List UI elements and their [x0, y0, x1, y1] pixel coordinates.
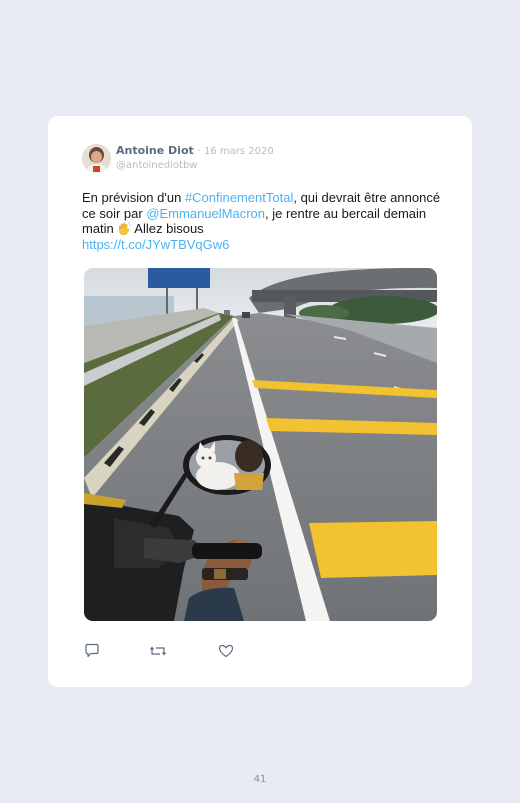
- waving-hand-icon: [117, 222, 132, 236]
- tweet-date[interactable]: 16 mars 2020: [204, 146, 274, 157]
- page-number: 41: [253, 774, 267, 785]
- separator: ·: [197, 146, 201, 157]
- author-block: Antoine Diot · 16 mars 2020 @antoinediot…: [116, 144, 274, 172]
- author-line: Antoine Diot · 16 mars 2020: [116, 144, 274, 159]
- tweet-header: Antoine Diot · 16 mars 2020 @antoinediot…: [82, 144, 274, 173]
- tweet-text-part: En prévision d'un: [82, 190, 185, 205]
- tweet-url[interactable]: https://t.co/JYwTBVqGw6: [82, 237, 229, 252]
- tweet-text-part: Allez bisous: [131, 221, 204, 236]
- tweet-actions: [84, 643, 234, 659]
- author-name[interactable]: Antoine Diot: [116, 144, 194, 157]
- hashtag-link[interactable]: #ConfinementTotal: [185, 190, 293, 205]
- author-handle[interactable]: @antoinediotbw: [116, 159, 274, 172]
- like-icon[interactable]: [218, 643, 234, 659]
- tweet-card: Antoine Diot · 16 mars 2020 @antoinediot…: [48, 116, 472, 687]
- avatar[interactable]: [82, 144, 111, 173]
- tweet-photo[interactable]: [84, 268, 437, 621]
- tweet-text: En prévision d'un #ConfinementTotal, qui…: [82, 190, 442, 252]
- reply-icon[interactable]: [84, 643, 100, 659]
- mention-link[interactable]: @EmmanuelMacron: [146, 206, 265, 221]
- retweet-icon[interactable]: [150, 643, 166, 659]
